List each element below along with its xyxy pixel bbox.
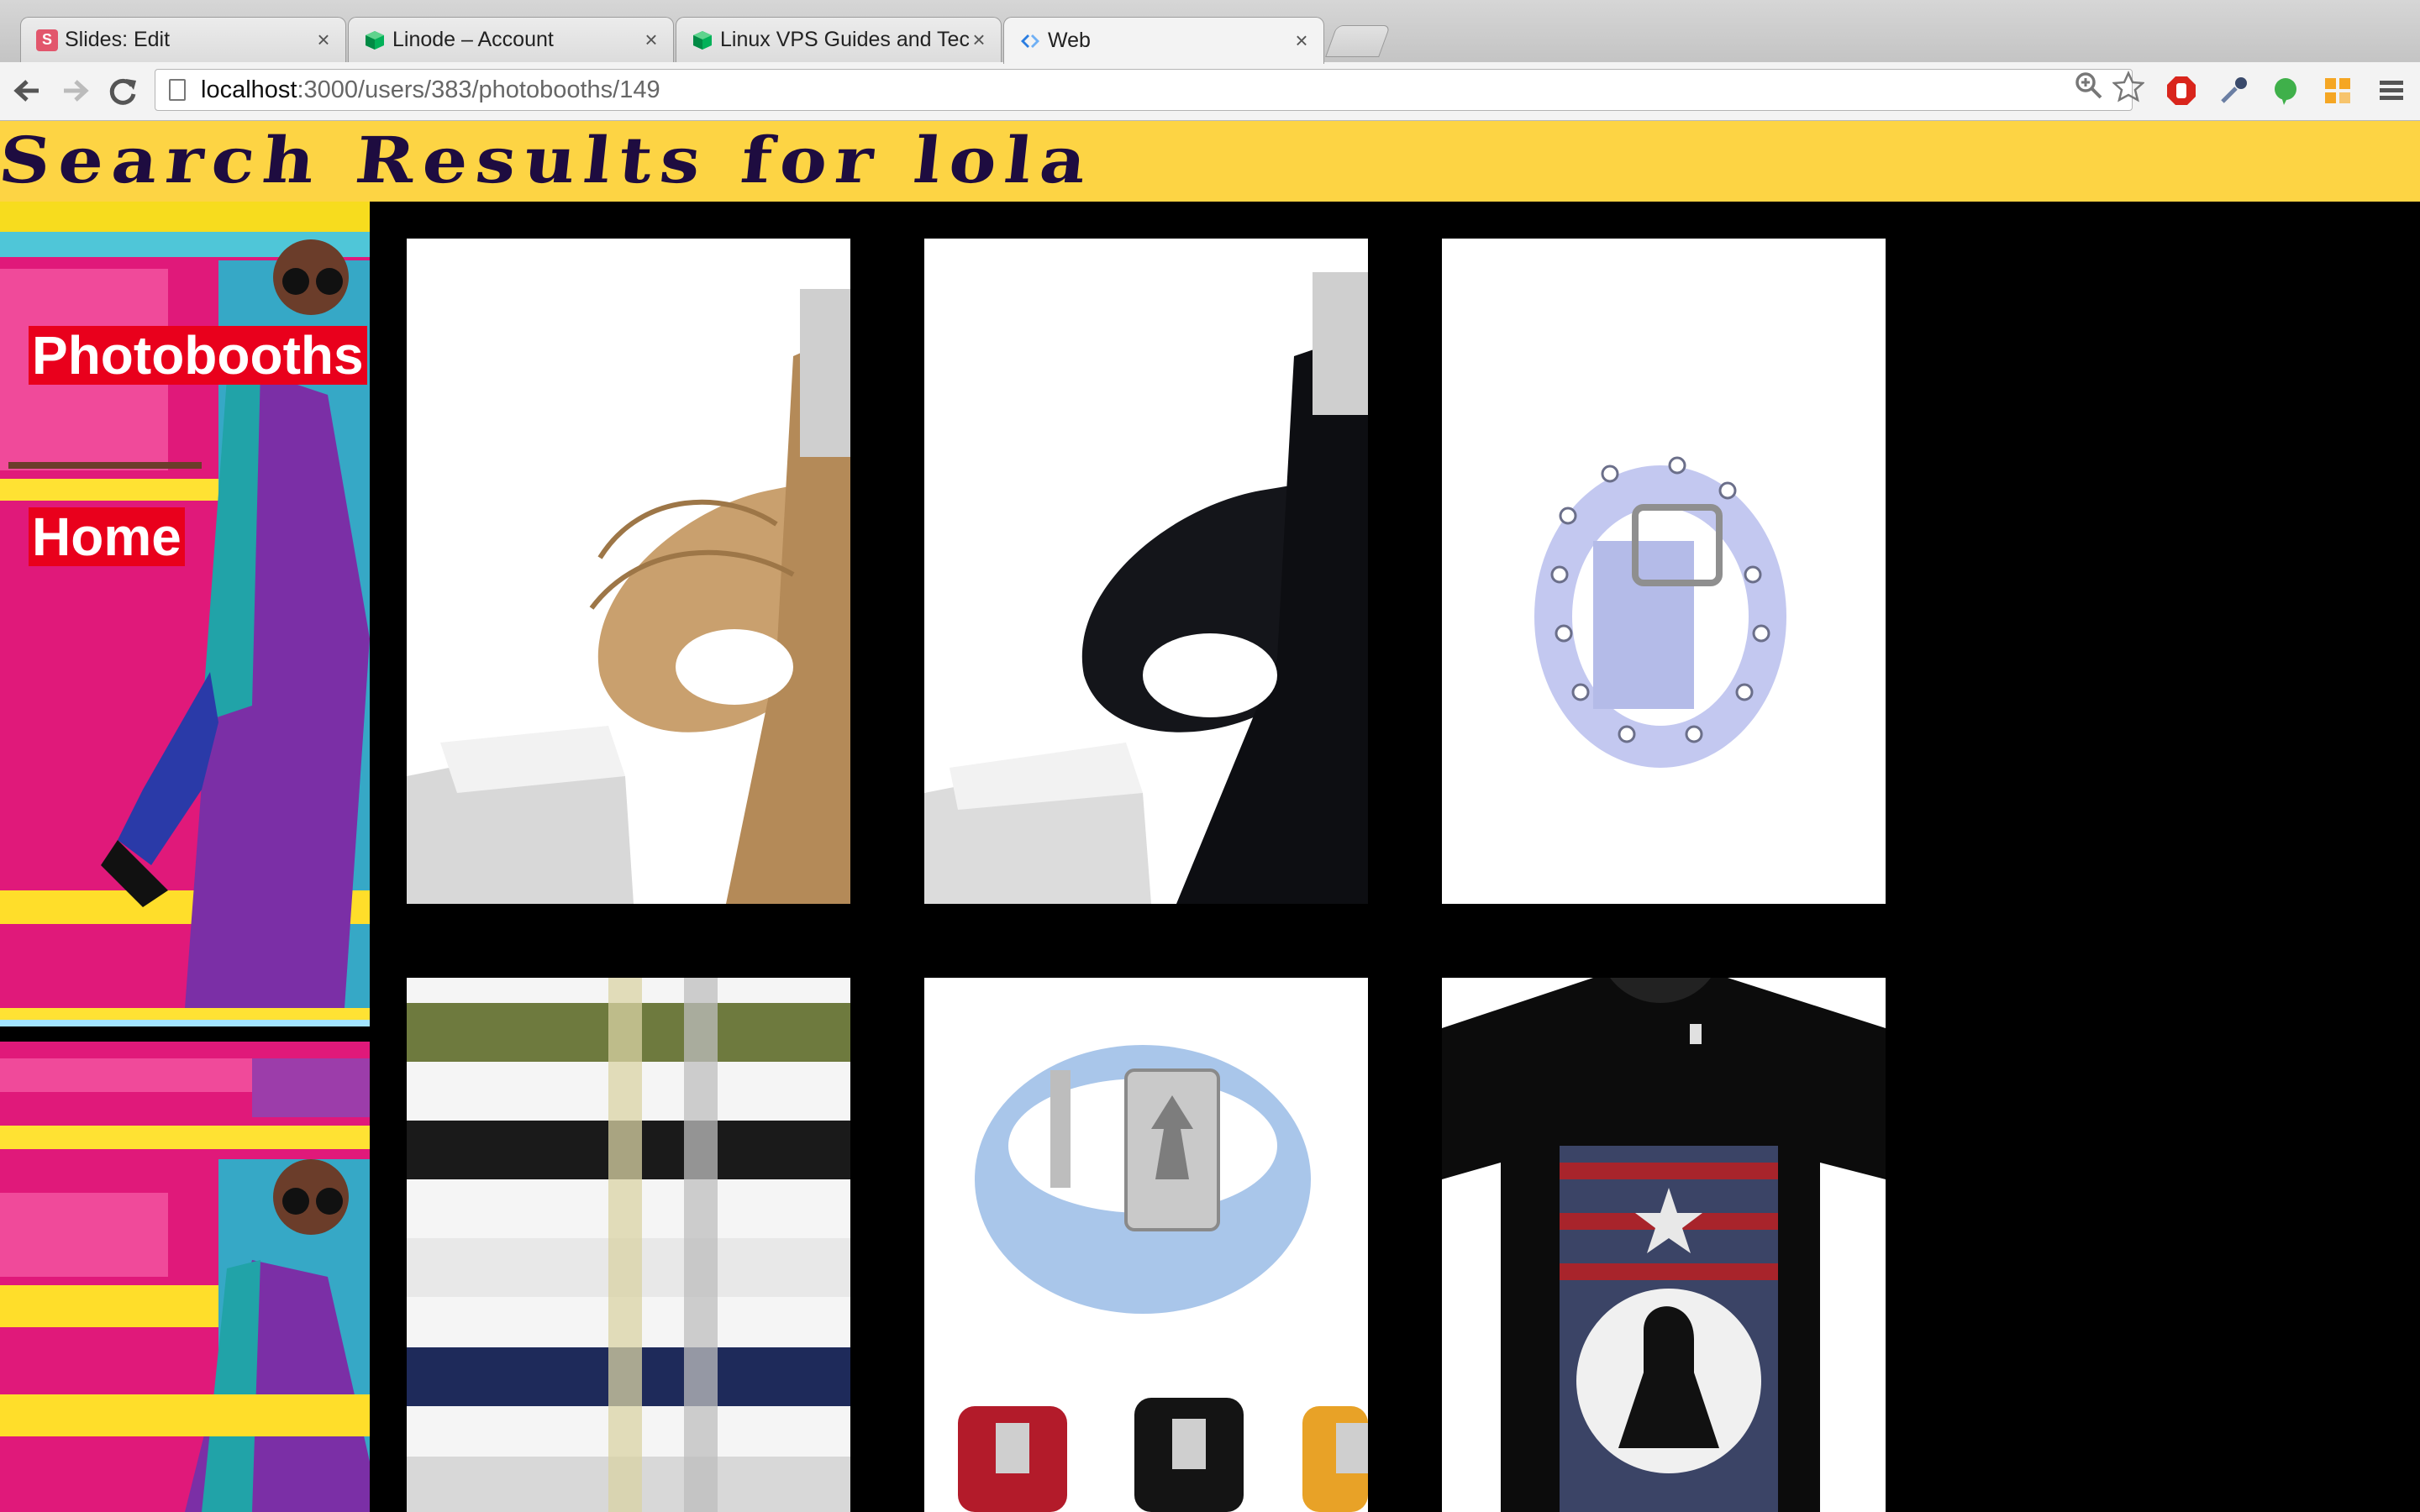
address-bar[interactable]: localhost:3000/users/383/photobooths/149 (155, 69, 2133, 111)
result-image-lavender-belt[interactable] (1442, 239, 1886, 904)
tab-web[interactable]: Web × (1003, 17, 1324, 64)
evernote-icon[interactable] (2269, 74, 2302, 108)
result-image-khaki-belt[interactable] (407, 239, 850, 904)
fashion-photo-strip (0, 202, 370, 1512)
back-icon[interactable] (10, 74, 44, 108)
extension-boxes-icon[interactable] (2321, 74, 2354, 108)
slides-icon: S (36, 29, 58, 51)
forward-icon[interactable] (59, 74, 92, 108)
tab-slides[interactable]: S Slides: Edit × (20, 17, 346, 62)
zoom-icon[interactable] (2074, 71, 2104, 108)
reload-icon[interactable] (106, 74, 139, 108)
page-header: Search Results for lola (0, 121, 2420, 202)
close-icon[interactable]: × (641, 27, 661, 53)
tab-title: Linode – Account (392, 28, 554, 51)
tab-strip: S Slides: Edit × Linode – Account × Linu… (0, 0, 2420, 64)
result-image-multicolor-belts[interactable] (407, 978, 850, 1512)
tab-title: Linux VPS Guides and Tech (720, 28, 969, 51)
tab-title: Web (1048, 29, 1091, 52)
tab-title: Slides: Edit (65, 28, 171, 51)
result-image-tshirt[interactable] (1442, 978, 1886, 1512)
bookmark-star-icon[interactable] (2111, 70, 2146, 110)
browser-toolbar: localhost:3000/users/383/photobooths/149 (0, 62, 2420, 121)
sidebar-link-photobooths[interactable]: Photobooths (29, 326, 367, 385)
close-icon[interactable]: × (969, 27, 989, 53)
url-path: :3000/users/383/photobooths/149 (297, 76, 660, 103)
page-title: Search Results for lola (0, 123, 1099, 198)
eyedropper-icon[interactable] (2217, 74, 2250, 108)
result-image-light-blue-belt[interactable] (924, 978, 1368, 1512)
tab-linode-account[interactable]: Linode – Account × (348, 17, 674, 62)
close-icon[interactable]: × (313, 27, 334, 53)
linode-cube-icon (692, 29, 713, 51)
page-icon (169, 79, 186, 101)
sidebar: Photobooths Home (0, 202, 370, 1512)
linode-cube-icon (364, 29, 386, 51)
close-icon[interactable]: × (1292, 28, 1312, 54)
menu-icon[interactable] (2375, 74, 2408, 108)
url-host: localhost (201, 76, 297, 103)
new-tab-button[interactable] (1325, 25, 1391, 57)
result-image-black-belt[interactable] (924, 239, 1368, 904)
web-code-icon (1019, 30, 1041, 52)
tab-linux-vps[interactable]: Linux VPS Guides and Tech × (676, 17, 1002, 62)
adblock-icon[interactable] (2165, 74, 2198, 108)
sidebar-link-home[interactable]: Home (29, 507, 185, 566)
